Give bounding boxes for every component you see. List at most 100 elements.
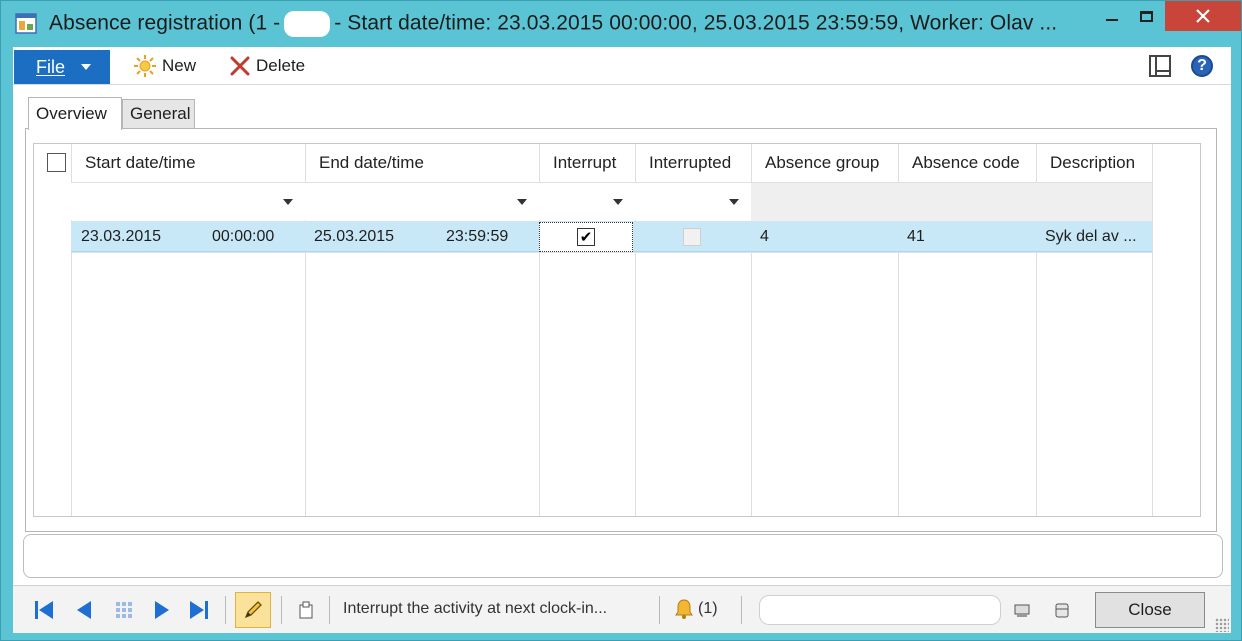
column-divider xyxy=(1152,144,1153,516)
window-title-suffix: - Start date/time: 23.03.2015 00:00:00, … xyxy=(334,11,1058,35)
table-row[interactable]: 23.03.2015 00:00:00 25.03.2015 23:59:59 … xyxy=(71,221,1152,252)
column-header-start-datetime[interactable]: Start date/time xyxy=(71,144,305,182)
close-window-button[interactable] xyxy=(1165,1,1241,31)
delete-x-icon xyxy=(230,56,250,76)
record-list-button[interactable] xyxy=(113,599,135,621)
last-record-icon xyxy=(190,601,208,619)
tab-overview-label: Overview xyxy=(36,104,107,123)
tab-general[interactable]: General xyxy=(122,99,195,129)
notifications-button[interactable]: (1) xyxy=(673,598,718,620)
cell-absence-group: 4 xyxy=(760,227,769,245)
cell-interrupted xyxy=(683,221,701,252)
cell-interrupt[interactable]: ✔ xyxy=(539,222,633,252)
filter-row xyxy=(71,182,1152,221)
chevron-down-icon xyxy=(283,199,293,205)
chevron-down-icon xyxy=(729,199,739,205)
previous-record-button[interactable] xyxy=(73,599,95,621)
column-header-description[interactable]: Description xyxy=(1036,144,1152,182)
database-icon[interactable] xyxy=(1053,601,1071,619)
first-record-icon xyxy=(35,601,53,619)
status-bar: Interrupt the activity at next clock-in.… xyxy=(13,585,1231,633)
column-header-label: Interrupted xyxy=(649,153,732,172)
column-header-label: Absence group xyxy=(765,153,880,172)
window-title: Absence registration (1 - - Start date/ti… xyxy=(49,11,1057,37)
minimize-button[interactable] xyxy=(1095,1,1129,31)
cell-end-time: 23:59:59 xyxy=(446,227,509,245)
chevron-down-icon xyxy=(81,64,92,70)
cell-end-date: 25.03.2015 xyxy=(314,227,395,245)
filter-disabled-area xyxy=(751,183,1152,221)
attachment-icon[interactable] xyxy=(297,601,315,619)
notification-count: (1) xyxy=(698,600,718,617)
close-button[interactable]: Close xyxy=(1095,592,1205,628)
column-header-absence-group[interactable]: Absence group xyxy=(751,144,898,182)
delete-label: Delete xyxy=(256,56,306,75)
filter-interrupt[interactable] xyxy=(539,183,635,221)
file-label: File xyxy=(36,56,66,77)
first-record-button[interactable] xyxy=(33,599,55,621)
filter-interrupted[interactable] xyxy=(635,183,751,221)
interrupted-checkbox xyxy=(683,227,701,246)
redacted-field xyxy=(759,595,1001,625)
new-label: New xyxy=(162,56,197,75)
column-header-end-datetime[interactable]: End date/time xyxy=(305,144,539,182)
interrupt-checkbox[interactable]: ✔ xyxy=(577,228,595,246)
pencil-icon xyxy=(244,601,262,619)
status-help-text: Interrupt the activity at next clock-in.… xyxy=(343,600,608,617)
close-icon xyxy=(1196,9,1210,23)
column-header-interrupt[interactable]: Interrupt xyxy=(539,144,635,182)
bell-icon xyxy=(675,599,693,619)
column-header-label: Description xyxy=(1050,153,1136,172)
cell-start-time: 00:00:00 xyxy=(212,227,275,245)
separator xyxy=(329,596,330,624)
separator xyxy=(281,596,282,624)
window-title-prefix: Absence registration (1 - xyxy=(49,11,281,35)
separator xyxy=(741,596,742,624)
grid-icon xyxy=(116,602,132,618)
separator xyxy=(659,596,660,624)
edit-mode-button[interactable] xyxy=(235,592,271,628)
new-sun-icon xyxy=(134,55,156,77)
maximize-button[interactable] xyxy=(1129,1,1163,31)
layout-icon[interactable] xyxy=(1149,55,1171,77)
minimize-icon xyxy=(1106,19,1118,21)
absence-grid: Start date/time End date/time Interrupt … xyxy=(33,143,1201,517)
column-header-absence-code[interactable]: Absence code xyxy=(898,144,1036,182)
row-divider xyxy=(71,252,1152,253)
new-button[interactable]: New xyxy=(133,54,196,78)
company-icon[interactable] xyxy=(1013,601,1031,619)
close-label: Close xyxy=(1128,600,1172,619)
chevron-down-icon xyxy=(613,199,623,205)
last-record-button[interactable] xyxy=(188,599,210,621)
cell-absence-code: 41 xyxy=(907,227,925,245)
file-menu-button[interactable]: File xyxy=(14,50,110,84)
cell-start-date: 23.03.2015 xyxy=(81,227,162,245)
app-form-icon xyxy=(15,13,37,34)
filter-start-datetime[interactable] xyxy=(71,183,305,221)
next-record-button[interactable] xyxy=(151,599,173,621)
title-bar[interactable]: Absence registration (1 - - Start date/ti… xyxy=(1,1,1241,47)
absence-registration-window: Absence registration (1 - - Start date/ti… xyxy=(0,0,1242,641)
cell-description: Syk del av ... xyxy=(1045,227,1137,245)
select-all-checkbox[interactable] xyxy=(47,153,66,172)
resize-grip-icon[interactable] xyxy=(1215,618,1229,632)
maximize-icon xyxy=(1139,10,1153,22)
column-header-label: Absence code xyxy=(912,153,1020,172)
form-content: File New Delete ? Overview General Start… xyxy=(13,47,1231,585)
tab-overview[interactable]: Overview xyxy=(28,97,122,130)
redacted-message-area xyxy=(23,534,1223,578)
delete-button[interactable]: Delete xyxy=(229,54,305,78)
next-icon xyxy=(155,601,169,619)
tab-general-label: General xyxy=(130,104,191,123)
column-header-interrupted[interactable]: Interrupted xyxy=(635,144,751,182)
column-header-label: End date/time xyxy=(319,153,424,172)
action-pane: File New Delete ? xyxy=(13,47,1231,85)
column-header-label: Interrupt xyxy=(553,153,617,172)
chevron-down-icon xyxy=(517,199,527,205)
help-icon[interactable]: ? xyxy=(1191,55,1213,77)
redacted-block xyxy=(284,11,331,37)
previous-icon xyxy=(77,601,91,619)
filter-end-datetime[interactable] xyxy=(305,183,539,221)
separator xyxy=(225,596,226,624)
column-header-label: Start date/time xyxy=(85,153,196,172)
